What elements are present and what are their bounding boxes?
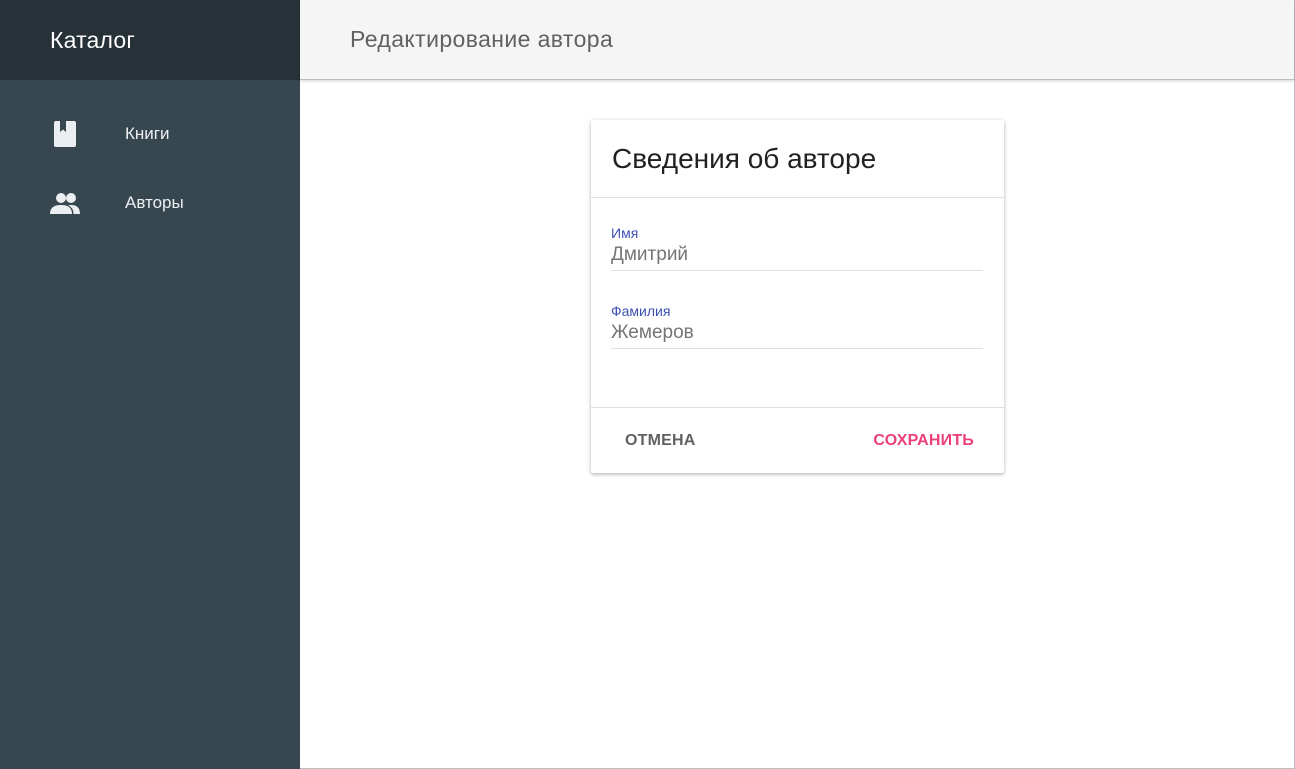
card-title: Сведения об авторе (612, 142, 877, 174)
author-card: Сведения об авторе Имя Фамилия ОТМЕНА СО… (591, 120, 1004, 473)
last-name-label: Фамилия (611, 303, 671, 319)
main-content: Редактирование автора Сведения об авторе… (300, 0, 1295, 769)
first-name-input[interactable] (611, 244, 983, 271)
card-body: Имя Фамилия (591, 198, 1004, 408)
cancel-button[interactable]: ОТМЕНА (625, 432, 696, 450)
save-button[interactable]: СОХРАНИТЬ (873, 432, 974, 450)
sidebar: Каталог Книги Авторы (0, 0, 300, 769)
book-icon (50, 119, 80, 149)
sidebar-item-books[interactable]: Книги (0, 98, 300, 169)
card-actions: ОТМЕНА СОХРАНИТЬ (591, 407, 1004, 473)
last-name-input[interactable] (611, 322, 983, 349)
sidebar-header: Каталог (0, 0, 300, 80)
app-title: Каталог (50, 26, 136, 53)
people-icon (50, 188, 80, 218)
page-title: Редактирование автора (350, 26, 614, 52)
first-name-label: Имя (611, 225, 639, 241)
sidebar-item-authors[interactable]: Авторы (0, 167, 300, 238)
card-header: Сведения об авторе (591, 120, 1004, 198)
last-name-field: Фамилия (611, 271, 983, 349)
sidebar-item-label: Книги (125, 123, 170, 143)
first-name-field: Имя (611, 198, 983, 271)
top-bar: Редактирование автора (300, 0, 1294, 80)
sidebar-nav: Книги Авторы (0, 80, 300, 238)
sidebar-item-label: Авторы (125, 192, 184, 212)
app-root: Каталог Книги Авторы Редактирование авто… (0, 0, 1295, 769)
